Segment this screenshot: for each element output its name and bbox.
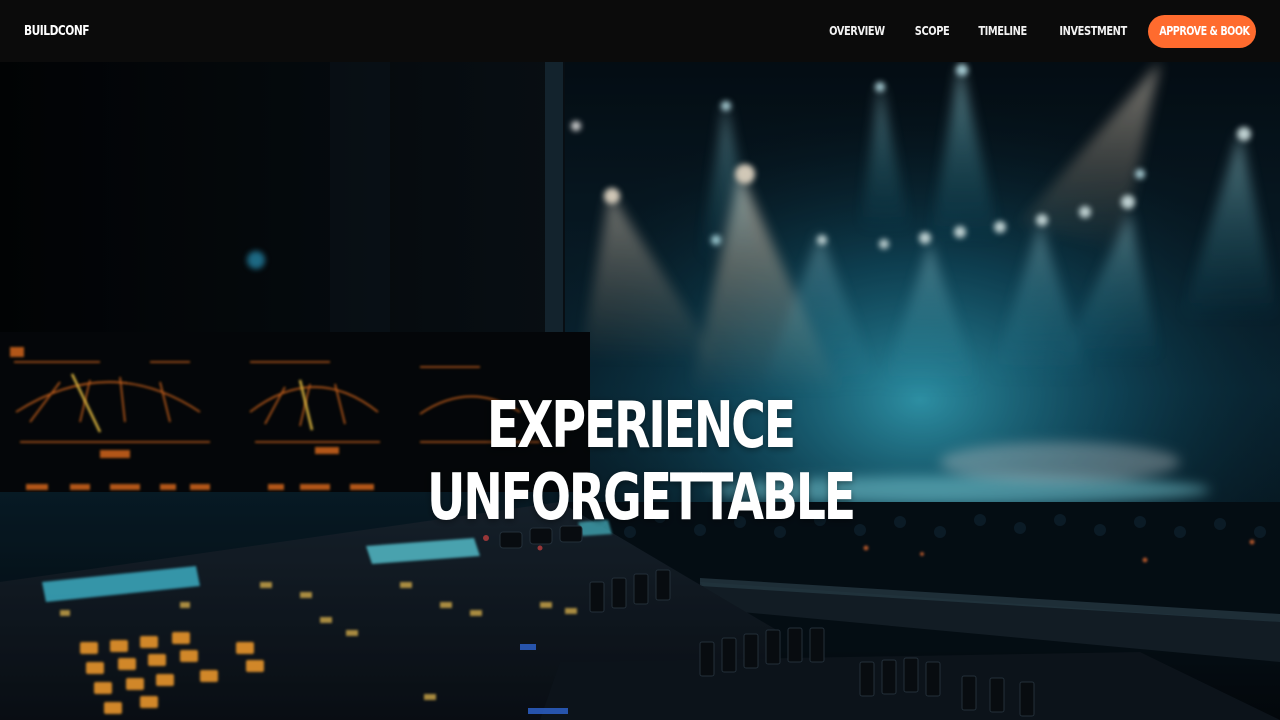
nav-link-timeline[interactable]: TIMELINE [978, 24, 1027, 38]
hero-section: EXPERIENCE UNFORGETTABLE [0, 62, 1280, 720]
nav-link-overview[interactable]: OVERVIEW [829, 24, 885, 38]
hero-title-line-2: UNFORGETTABLE [426, 460, 856, 535]
approve-book-button[interactable]: APPROVE & BOOK [1148, 14, 1256, 48]
top-navbar: BUILDCONF OVERVIEW SCOPE TIMELINE INVEST… [0, 0, 1280, 62]
hero-title-line-1: EXPERIENCE [486, 388, 796, 463]
nav-link-investment[interactable]: INVESTMENT [1059, 24, 1127, 38]
main-nav: OVERVIEW SCOPE TIMELINE INVESTMENT APPRO… [823, 14, 1256, 48]
hero-title: EXPERIENCE UNFORGETTABLE [0, 390, 1280, 534]
nav-link-scope[interactable]: SCOPE [914, 24, 949, 38]
approve-book-label: APPROVE & BOOK [1159, 24, 1250, 38]
page: BUILDCONF OVERVIEW SCOPE TIMELINE INVEST… [0, 0, 1280, 720]
brand-logo[interactable]: BUILDCONF [24, 24, 90, 39]
